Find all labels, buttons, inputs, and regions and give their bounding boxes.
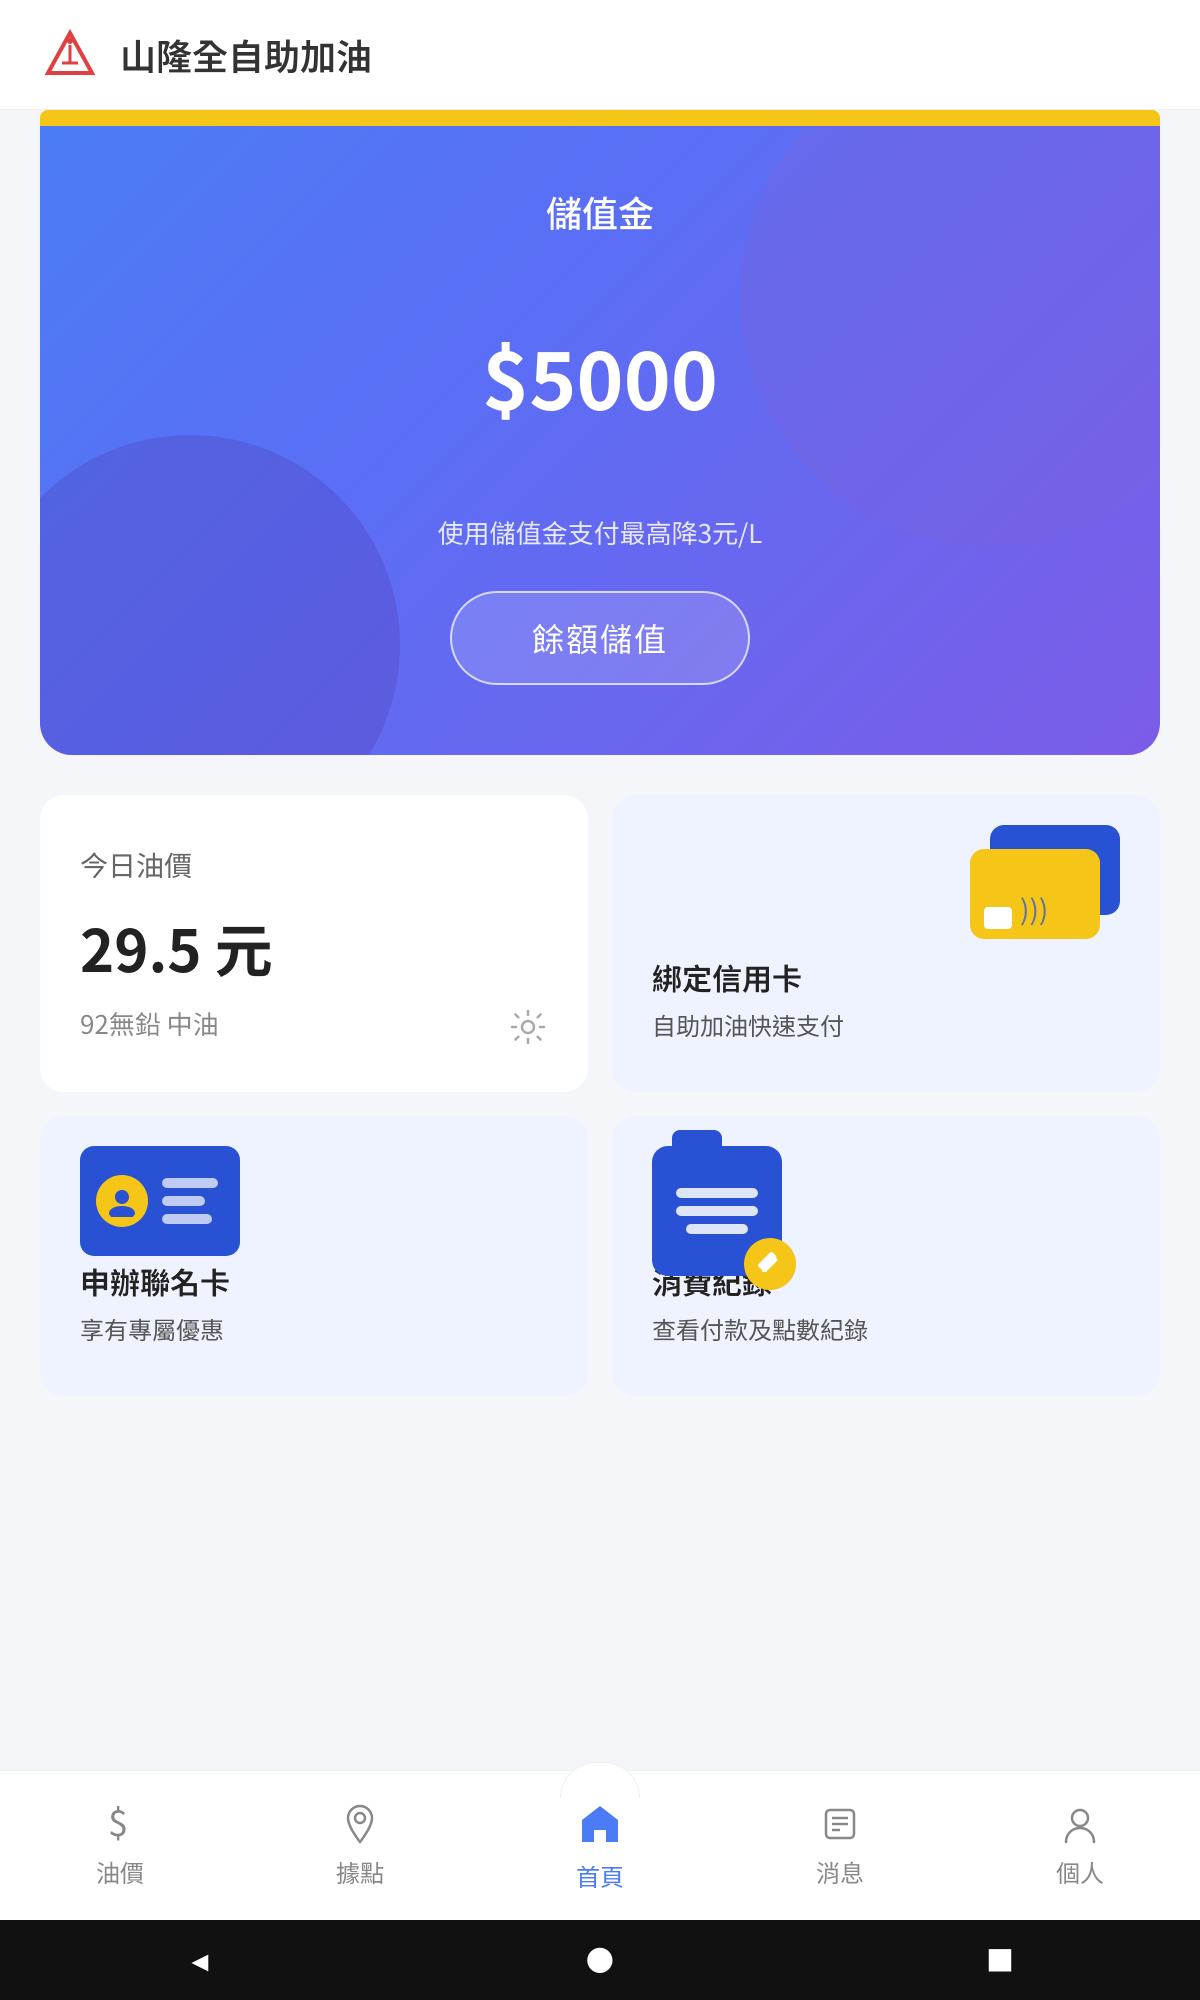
oil-type: 92無鉛 中油 <box>80 1005 548 1042</box>
app-header: 山隆全自助加油 <box>0 0 1200 110</box>
nav-item-oil[interactable]: $ 油價 <box>0 1802 240 1889</box>
nav-label-home: 首頁 <box>576 1858 624 1893</box>
record-subtitle: 查看付款及點數紀錄 <box>652 1311 1120 1346</box>
grid-row-1: 今日油價 29.5 元 92無鉛 中油 ))) 綁定信用卡 自助加油快速支付 <box>0 755 1200 1092</box>
home-icon <box>574 1798 626 1850</box>
nav-label-profile: 個人 <box>1056 1854 1104 1889</box>
oil-price-tile[interactable]: 今日油價 29.5 元 92無鉛 中油 <box>40 795 588 1092</box>
member-card-icon <box>80 1146 240 1256</box>
profile-icon <box>1058 1802 1102 1846</box>
credit-card-icon: ))) <box>970 825 1130 945</box>
nav-label-points: 據點 <box>336 1854 384 1889</box>
nav-item-home[interactable]: 首頁 <box>480 1798 720 1893</box>
balance-card: 儲值金 $5000 使用儲值金支付最高降3元/L 餘額儲值 <box>40 126 1160 755</box>
oil-price-label: 今日油價 <box>80 845 548 885</box>
record-icon <box>652 1146 792 1286</box>
oil-price-value: 29.5 元 <box>80 905 548 989</box>
system-nav-bar: ◄ ● ■ <box>0 1920 1200 2000</box>
app-title: 山隆全自助加油 <box>120 29 372 81</box>
news-icon <box>818 1802 862 1846</box>
member-card-subtitle: 享有專屬優惠 <box>80 1311 548 1346</box>
record-tile[interactable]: 消費紀錄 查看付款及點數紀錄 <box>612 1116 1160 1396</box>
credit-card-subtitle: 自助加油快速支付 <box>652 1007 844 1042</box>
recent-button[interactable]: ■ <box>986 1940 1014 1980</box>
settings-icon[interactable] <box>508 1007 548 1052</box>
member-card-tile[interactable]: 申辦聯名卡 享有專屬優惠 <box>40 1116 588 1396</box>
nav-label-news: 消息 <box>816 1854 864 1889</box>
nav-item-news[interactable]: 消息 <box>720 1802 960 1889</box>
recharge-button[interactable]: 餘額儲值 <box>450 591 750 685</box>
credit-card-title: 綁定信用卡 <box>652 955 802 999</box>
home-button[interactable]: ● <box>586 1940 614 1980</box>
svg-text:$: $ <box>108 1802 128 1846</box>
credit-card-tile[interactable]: ))) 綁定信用卡 自助加油快速支付 <box>612 795 1160 1092</box>
app-logo-icon <box>40 25 100 85</box>
member-card-title: 申辦聯名卡 <box>80 1259 548 1303</box>
location-icon <box>338 1802 382 1846</box>
nav-item-points[interactable]: 據點 <box>240 1802 480 1889</box>
nav-label-oil: 油價 <box>96 1854 144 1889</box>
card-subtitle: 使用儲值金支付最高降3元/L <box>438 514 763 551</box>
card-amount: $5000 <box>482 318 718 434</box>
back-button[interactable]: ◄ <box>186 1940 214 1980</box>
dollar-icon: $ <box>98 1802 142 1846</box>
nav-item-profile[interactable]: 個人 <box>960 1802 1200 1889</box>
grid-row-2: 申辦聯名卡 享有專屬優惠 消費紀錄 <box>0 1092 1200 1396</box>
bottom-nav: $ 油價 據點 首頁 消息 個人 <box>0 1770 1200 1920</box>
card-label: 儲值金 <box>546 186 654 238</box>
yellow-accent-bar <box>40 110 1160 126</box>
